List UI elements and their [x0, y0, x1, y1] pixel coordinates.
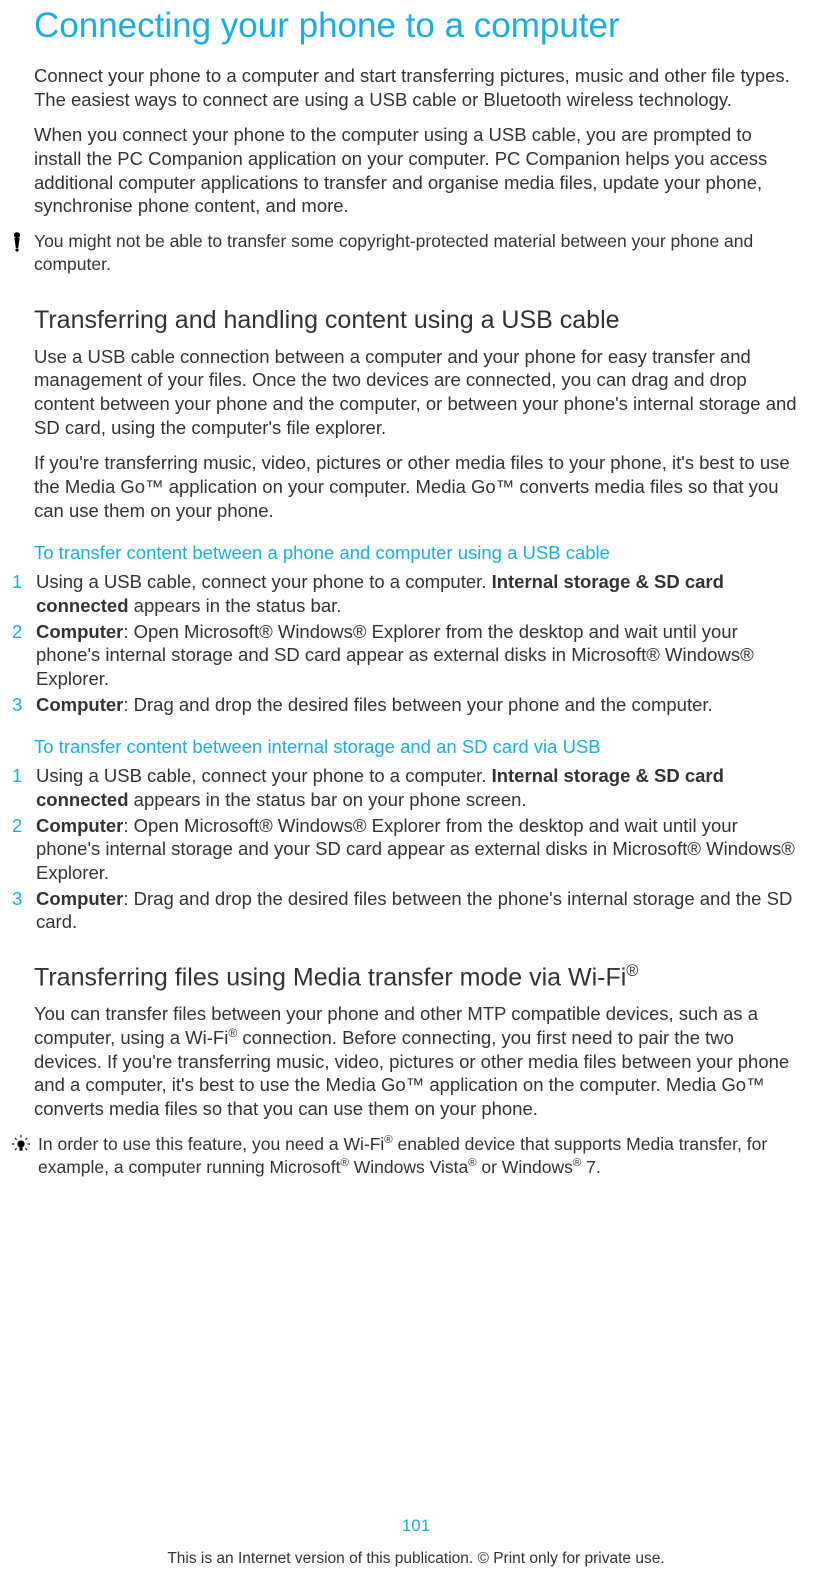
step-text: Computer: Drag and drop the desired file…: [36, 887, 798, 934]
step-text: Using a USB cable, connect your phone to…: [36, 570, 798, 617]
section-heading-usb: Transferring and handling content using …: [34, 306, 798, 335]
step-number: 1: [12, 764, 22, 788]
usb-paragraph-2: If you're transferring music, video, pic…: [34, 451, 798, 522]
wifi-paragraph: You can transfer files between your phon…: [34, 1002, 798, 1121]
task1-step-1: 1 Using a USB cable, connect your phone …: [12, 570, 798, 617]
task1-step-2: 2 Computer: Open Microsoft® Windows® Exp…: [12, 620, 798, 691]
task2-step-3: 3 Computer: Drag and drop the desired fi…: [12, 887, 798, 934]
step-text: Using a USB cable, connect your phone to…: [36, 764, 798, 811]
page-title: Connecting your phone to a computer: [34, 6, 798, 46]
step-number: 2: [12, 620, 22, 644]
usb-paragraph-1: Use a USB cable connection between a com…: [34, 345, 798, 440]
tip-note: In order to use this feature, you need a…: [12, 1133, 798, 1179]
section-heading-wifi: Transferring files using Media transfer …: [34, 962, 798, 992]
intro-paragraph-2: When you connect your phone to the compu…: [34, 123, 798, 218]
step-text: Computer: Open Microsoft® Windows® Explo…: [36, 814, 798, 885]
exclamation-icon: [12, 230, 22, 256]
warning-text: You might not be able to transfer some c…: [34, 230, 798, 276]
step-number: 1: [12, 570, 22, 594]
page-footer: 101 This is an Internet version of this …: [0, 1516, 832, 1568]
step-number: 3: [12, 693, 22, 717]
step-text: Computer: Open Microsoft® Windows® Explo…: [36, 620, 798, 691]
tip-text: In order to use this feature, you need a…: [38, 1133, 798, 1179]
task-title-2: To transfer content between internal sto…: [34, 736, 798, 758]
step-number: 3: [12, 887, 22, 911]
task1-step-3: 3 Computer: Drag and drop the desired fi…: [12, 693, 798, 717]
warning-note: You might not be able to transfer some c…: [12, 230, 798, 276]
task2-step-2: 2 Computer: Open Microsoft® Windows® Exp…: [12, 814, 798, 885]
task2-step-1: 1 Using a USB cable, connect your phone …: [12, 764, 798, 811]
footer-disclaimer: This is an Internet version of this publ…: [0, 1550, 832, 1568]
lightbulb-icon: [12, 1133, 22, 1157]
step-number: 2: [12, 814, 22, 838]
step-text: Computer: Drag and drop the desired file…: [36, 693, 713, 717]
page-content: Connecting your phone to a computer Conn…: [0, 0, 832, 1178]
intro-paragraph-1: Connect your phone to a computer and sta…: [34, 64, 798, 111]
page-number: 101: [0, 1516, 832, 1536]
task-title-1: To transfer content between a phone and …: [34, 542, 798, 564]
